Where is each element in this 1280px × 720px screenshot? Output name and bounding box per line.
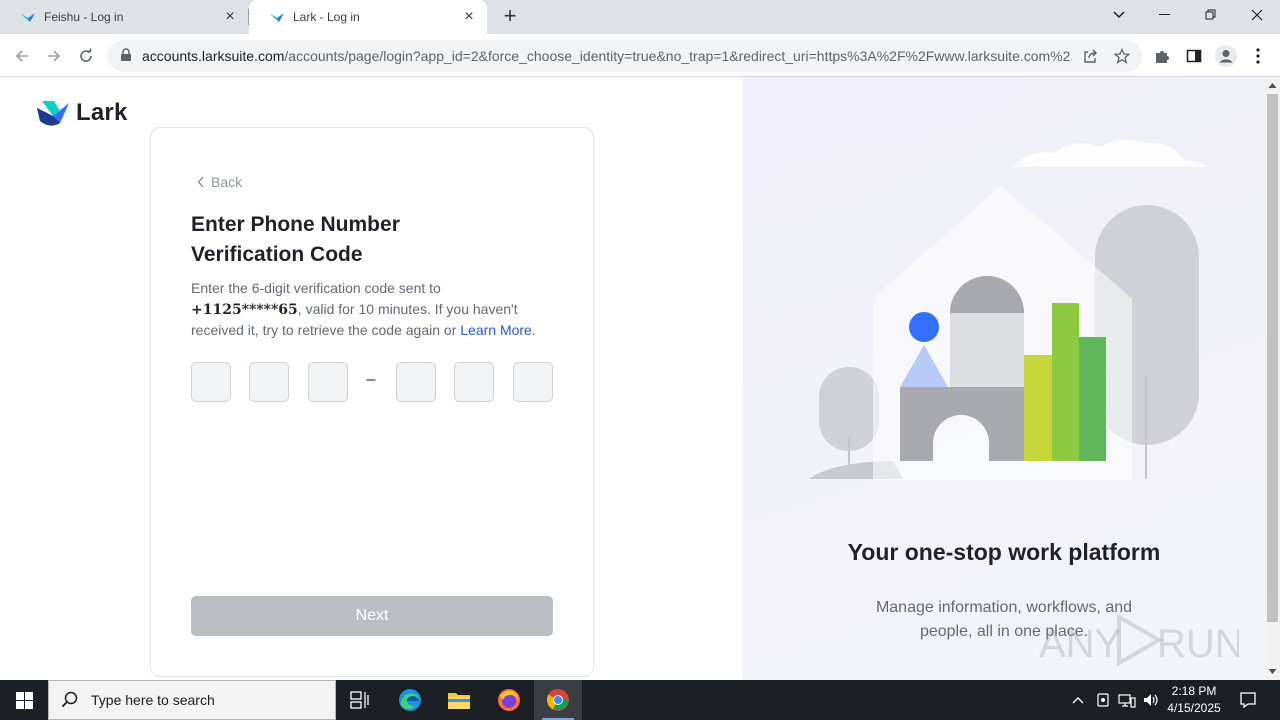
watermark-text-right: RUN [1157, 622, 1239, 666]
profile-avatar-icon[interactable] [1214, 44, 1238, 68]
restore-icon[interactable] [1188, 0, 1234, 30]
url-host: accounts.larksuite.com [142, 48, 285, 64]
share-icon[interactable] [1080, 46, 1100, 66]
tab-label: Lark - Log in [293, 10, 360, 24]
tray-device-icon[interactable] [1093, 690, 1113, 710]
learn-more-link[interactable]: Learn More [460, 322, 532, 338]
minimize-icon[interactable] [1142, 0, 1188, 30]
desc-suffix: . [531, 322, 536, 338]
reload-icon[interactable] [72, 42, 100, 70]
lark-logo[interactable]: Lark [36, 99, 128, 127]
close-tab-icon[interactable]: × [222, 9, 238, 25]
code-separator-dash: – [366, 371, 376, 388]
promo-headline: Your one-stop work platform [847, 539, 1161, 565]
address-bar[interactable]: accounts.larksuite.com/accounts/page/log… [108, 40, 1142, 72]
search-placeholder: Type here to search [91, 692, 215, 708]
url-text: accounts.larksuite.com/accounts/page/log… [142, 48, 1072, 64]
scroll-up-arrow-icon[interactable] [1268, 81, 1277, 90]
page-scrollbar[interactable] [1265, 77, 1280, 680]
forward-arrow-icon[interactable] [40, 42, 68, 70]
login-card: Back Enter Phone Number Verification Cod… [150, 127, 594, 677]
start-windows-icon[interactable] [0, 680, 48, 720]
notifications-icon[interactable] [1238, 690, 1258, 710]
code-digit-1-input[interactable] [191, 362, 231, 402]
code-digit-2-input[interactable] [249, 362, 289, 402]
chrome-icon[interactable] [534, 680, 582, 720]
back-link[interactable]: Back [197, 174, 242, 190]
lark-bird-icon [37, 101, 69, 126]
title-line-2: Verification Code [191, 243, 363, 266]
search-icon [61, 691, 78, 708]
windows-taskbar: Type here to search 2:18 PM 4/15/2025 [0, 680, 1280, 720]
close-tab-icon[interactable]: × [461, 9, 477, 25]
edge-browser-icon[interactable] [386, 680, 434, 720]
taskbar-search-box[interactable]: Type here to search [48, 680, 336, 720]
lock-icon[interactable] [120, 48, 132, 62]
close-window-icon[interactable] [1234, 0, 1280, 30]
new-tab-button[interactable]: + [498, 5, 522, 29]
anyrun-watermark: ANY RUN [1039, 613, 1239, 667]
clock-date: 4/15/2025 [1167, 701, 1221, 715]
masked-phone-number: +1125*****65 [191, 301, 298, 318]
tab-strip: Feishu - Log in × Lark - Log in × + [0, 0, 1280, 34]
back-arrow-icon[interactable] [8, 42, 36, 70]
page-viewport: Lark Back Enter Phone Number Verificatio… [0, 77, 1265, 680]
tray-overflow-chevron-icon[interactable] [1068, 690, 1088, 710]
volume-icon[interactable] [1141, 690, 1161, 710]
lark-favicon-icon [270, 13, 284, 22]
network-icon[interactable] [1117, 690, 1137, 710]
instructions-text: Enter the 6-digit verification code sent… [191, 278, 561, 341]
chevron-left-icon [197, 176, 204, 188]
tab-search-icon[interactable] [1096, 0, 1142, 30]
bookmark-star-icon[interactable] [1112, 46, 1132, 66]
watermark-text-left: ANY [1039, 622, 1121, 666]
clock-time: 2:18 PM [1171, 684, 1217, 698]
scrollbar-thumb[interactable] [1267, 94, 1278, 622]
code-digit-3-input[interactable] [308, 362, 348, 402]
browser-menu-icon[interactable] [1246, 44, 1270, 68]
feishu-favicon-icon [21, 13, 35, 22]
code-digit-6-input[interactable] [513, 362, 553, 402]
taskbar-clock[interactable]: 2:18 PM 4/15/2025 [1160, 683, 1228, 717]
url-path: /accounts/page/login?app_id=2&force_choo… [284, 48, 1072, 64]
tab-lark[interactable]: Lark - Log in × [249, 0, 487, 34]
page-title: Enter Phone Number Verification Code [191, 210, 551, 270]
browser-toolbar: accounts.larksuite.com/accounts/page/log… [0, 34, 1280, 77]
firefox-icon[interactable] [485, 680, 533, 720]
side-panel-icon[interactable] [1182, 44, 1206, 68]
scroll-down-arrow-icon[interactable] [1268, 667, 1277, 676]
desc-prefix: Enter the 6-digit verification code sent… [191, 280, 441, 296]
workplace-illustration [809, 139, 1207, 480]
file-explorer-icon[interactable] [435, 680, 483, 720]
logo-text: Lark [76, 99, 128, 126]
promo-panel: Your one-stop work platform Manage infor… [743, 77, 1265, 680]
task-view-icon[interactable] [336, 680, 384, 720]
title-line-1: Enter Phone Number [191, 213, 400, 236]
tab-label: Feishu - Log in [44, 10, 124, 24]
next-button[interactable]: Next [191, 596, 553, 636]
back-label: Back [211, 174, 243, 190]
extensions-puzzle-icon[interactable] [1150, 44, 1174, 68]
code-digit-5-input[interactable] [454, 362, 494, 402]
tab-feishu[interactable]: Feishu - Log in × [0, 0, 248, 34]
code-digit-4-input[interactable] [396, 362, 436, 402]
